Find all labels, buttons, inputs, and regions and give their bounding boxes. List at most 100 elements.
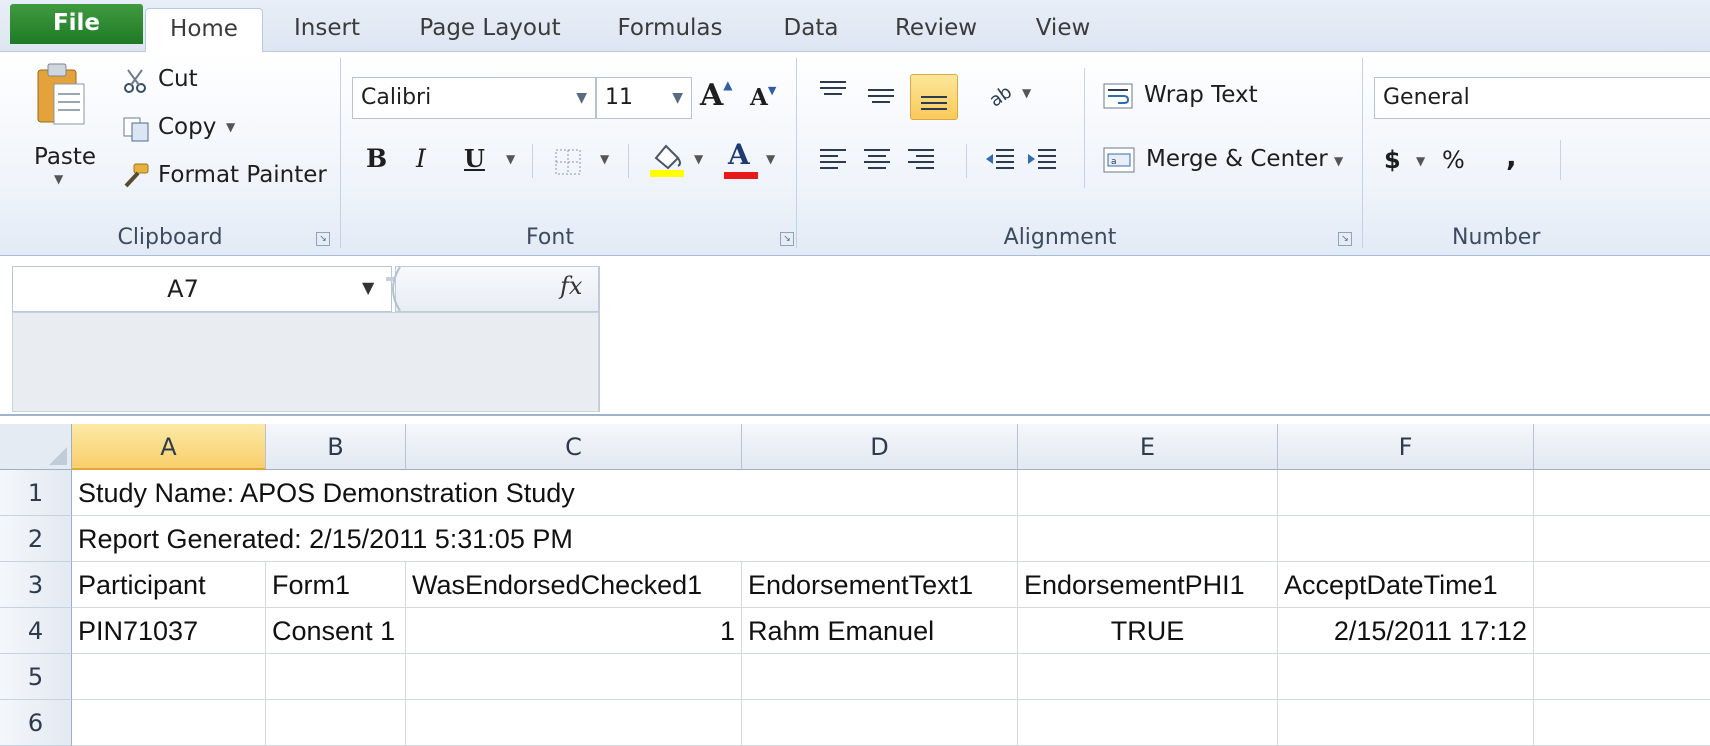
cell-e6[interactable] bbox=[1018, 700, 1278, 746]
copy-dropdown-icon[interactable]: ▼ bbox=[226, 120, 235, 134]
cell-f3[interactable]: AcceptDateTime1 bbox=[1278, 562, 1534, 608]
cell-g4[interactable] bbox=[1534, 608, 1710, 654]
cell-c6[interactable] bbox=[406, 700, 742, 746]
cell-a6[interactable] bbox=[72, 700, 266, 746]
font-name-combo[interactable]: Calibri ▼ bbox=[352, 77, 596, 119]
paste-button[interactable]: Paste ▼ bbox=[22, 58, 98, 208]
column-header-c[interactable]: C bbox=[406, 424, 742, 470]
cell-d3[interactable]: EndorsementText1 bbox=[742, 562, 1018, 608]
decrease-indent-icon[interactable] bbox=[984, 146, 1016, 174]
tab-data[interactable]: Data bbox=[766, 8, 856, 52]
fill-color-icon[interactable] bbox=[648, 140, 686, 178]
formula-bar-splitter-icon[interactable] bbox=[368, 265, 408, 313]
tab-formulas[interactable]: Formulas bbox=[600, 8, 740, 52]
align-right-icon[interactable] bbox=[906, 146, 936, 174]
merge-center-button[interactable]: a Merge & Center ▼ bbox=[1100, 142, 1360, 180]
cell-f4[interactable]: 2/15/2011 17:12 bbox=[1278, 608, 1534, 654]
fill-color-dropdown-icon[interactable]: ▼ bbox=[694, 152, 703, 166]
orientation-icon[interactable]: ab bbox=[986, 78, 1016, 108]
cell-b3[interactable]: Form1 bbox=[266, 562, 406, 608]
column-header-g[interactable] bbox=[1534, 424, 1710, 470]
grow-font-button[interactable]: A▲ bbox=[700, 78, 733, 113]
tab-home[interactable]: Home bbox=[145, 8, 263, 53]
column-header-e[interactable]: E bbox=[1018, 424, 1278, 470]
cut-button[interactable]: Cut bbox=[118, 64, 218, 98]
font-color-dropdown-icon[interactable]: ▼ bbox=[766, 152, 775, 166]
cell-c3[interactable]: WasEndorsedChecked1 bbox=[406, 562, 742, 608]
cell-g1[interactable] bbox=[1534, 470, 1710, 516]
cell-e2[interactable] bbox=[1018, 516, 1278, 562]
align-middle-icon[interactable] bbox=[866, 84, 896, 108]
merge-dropdown-icon[interactable]: ▼ bbox=[1334, 154, 1343, 168]
row-header-4[interactable]: 4 bbox=[0, 608, 72, 654]
underline-dropdown-icon[interactable]: ▼ bbox=[506, 152, 515, 166]
tab-insert[interactable]: Insert bbox=[275, 8, 379, 52]
percent-button[interactable]: % bbox=[1442, 146, 1465, 174]
borders-dropdown-icon[interactable]: ▼ bbox=[600, 152, 609, 166]
row-header-2[interactable]: 2 bbox=[0, 516, 72, 562]
tab-page-layout[interactable]: Page Layout bbox=[404, 8, 576, 52]
cell-d5[interactable] bbox=[742, 654, 1018, 700]
cell-e5[interactable] bbox=[1018, 654, 1278, 700]
column-header-f[interactable]: F bbox=[1278, 424, 1534, 470]
alignment-launcher-icon[interactable]: ↘ bbox=[1338, 232, 1352, 246]
cell-b5[interactable] bbox=[266, 654, 406, 700]
italic-button[interactable]: I bbox=[416, 144, 426, 173]
chevron-down-icon[interactable]: ▼ bbox=[576, 78, 587, 118]
wrap-text-button[interactable]: Wrap Text bbox=[1100, 78, 1280, 116]
bold-button[interactable]: B bbox=[366, 144, 387, 173]
column-header-a[interactable]: A bbox=[72, 424, 266, 470]
cell-b6[interactable] bbox=[266, 700, 406, 746]
underline-button[interactable]: U bbox=[464, 144, 485, 173]
formula-input[interactable] bbox=[599, 266, 1710, 412]
copy-button[interactable]: Copy ▼ bbox=[118, 112, 248, 146]
select-all-button[interactable] bbox=[0, 424, 72, 470]
number-format-combo[interactable]: General bbox=[1374, 77, 1710, 119]
cell-f2[interactable] bbox=[1278, 516, 1534, 562]
chevron-down-icon[interactable]: ▼ bbox=[672, 78, 683, 118]
cell-a1[interactable]: Study Name: APOS Demonstration Study bbox=[72, 470, 742, 516]
cell-d4[interactable]: Rahm Emanuel bbox=[742, 608, 1018, 654]
cell-c4[interactable]: 1 bbox=[406, 608, 742, 654]
cell-a4[interactable]: PIN71037 bbox=[72, 608, 266, 654]
insert-function-icon[interactable]: fx bbox=[560, 272, 582, 300]
cell-f5[interactable] bbox=[1278, 654, 1534, 700]
currency-dropdown-icon[interactable]: ▼ bbox=[1416, 154, 1425, 168]
name-box[interactable]: A7 bbox=[12, 266, 392, 312]
align-center-icon[interactable] bbox=[862, 146, 892, 174]
font-color-button[interactable]: A bbox=[724, 138, 760, 180]
align-left-icon[interactable] bbox=[818, 146, 848, 174]
increase-indent-icon[interactable] bbox=[1026, 146, 1058, 174]
cell-f6[interactable] bbox=[1278, 700, 1534, 746]
tab-view[interactable]: View bbox=[1018, 8, 1108, 52]
cell-a3[interactable]: Participant bbox=[72, 562, 266, 608]
cell-g6[interactable] bbox=[1534, 700, 1710, 746]
row-header-5[interactable]: 5 bbox=[0, 654, 72, 700]
clipboard-launcher-icon[interactable]: ↘ bbox=[316, 232, 330, 246]
column-header-b[interactable]: B bbox=[266, 424, 406, 470]
comma-button[interactable]: , bbox=[1506, 140, 1517, 173]
align-top-icon[interactable] bbox=[818, 78, 848, 102]
font-size-combo[interactable]: 11 ▼ bbox=[596, 77, 692, 119]
row-header-3[interactable]: 3 bbox=[0, 562, 72, 608]
cell-e4[interactable]: TRUE bbox=[1018, 608, 1278, 654]
font-launcher-icon[interactable]: ↘ bbox=[780, 232, 794, 246]
cell-a2[interactable]: Report Generated: 2/15/2011 5:31:05 PM bbox=[72, 516, 742, 562]
row-header-1[interactable]: 1 bbox=[0, 470, 72, 516]
paste-dropdown-icon[interactable]: ▼ bbox=[54, 172, 63, 186]
cell-e1[interactable] bbox=[1018, 470, 1278, 516]
cell-e3[interactable]: EndorsementPHI1 bbox=[1018, 562, 1278, 608]
currency-button[interactable]: $ bbox=[1384, 146, 1401, 174]
cell-b4[interactable]: Consent 1 bbox=[266, 608, 406, 654]
cell-c5[interactable] bbox=[406, 654, 742, 700]
cell-d2[interactable] bbox=[742, 516, 1018, 562]
cell-g5[interactable] bbox=[1534, 654, 1710, 700]
cell-g2[interactable] bbox=[1534, 516, 1710, 562]
tab-review[interactable]: Review bbox=[878, 8, 994, 52]
cell-d1[interactable] bbox=[742, 470, 1018, 516]
orientation-dropdown-icon[interactable]: ▼ bbox=[1022, 86, 1031, 100]
cell-a5[interactable] bbox=[72, 654, 266, 700]
column-header-d[interactable]: D bbox=[742, 424, 1018, 470]
cell-f1[interactable] bbox=[1278, 470, 1534, 516]
borders-icon[interactable] bbox=[554, 148, 582, 176]
